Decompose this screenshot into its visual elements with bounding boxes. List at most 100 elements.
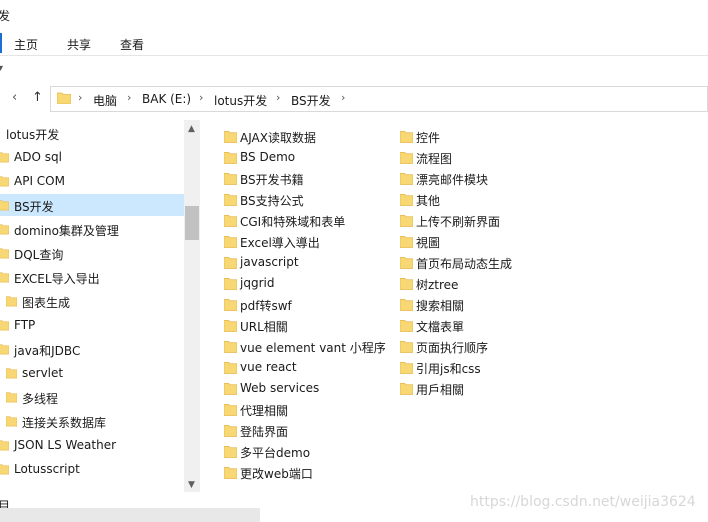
folder-item[interactable]: Web services <box>216 378 386 399</box>
tree-item-label: EXCEL导入导出 <box>14 272 100 286</box>
folder-name: BS Demo <box>240 150 296 164</box>
tab-view[interactable]: 查看 <box>120 36 144 53</box>
folder-name: 引用js和css <box>416 362 481 376</box>
folder-name: Web services <box>240 381 320 395</box>
folder-item[interactable]: CGI和特殊域和表单 <box>216 210 386 231</box>
folder-icon <box>224 319 237 332</box>
folder-item[interactable]: vue react <box>216 357 386 378</box>
tree-item[interactable]: API COM <box>0 170 184 192</box>
folder-item[interactable]: 控件 <box>392 126 562 147</box>
folder-icon <box>400 298 413 311</box>
folder-icon <box>6 367 17 379</box>
folder-name: vue element vant 小程序 <box>240 341 386 355</box>
folder-item[interactable]: 更改web端口 <box>216 462 386 483</box>
tree-root[interactable]: lotus开发 <box>0 122 184 144</box>
folder-item[interactable]: 上传不刷新界面 <box>392 210 562 231</box>
folder-item[interactable]: vue element vant 小程序 <box>216 336 386 357</box>
address-bar[interactable]: › 电脑 › BAK (E:) › lotus开发 › BS开发 › <box>50 86 708 112</box>
folder-icon <box>224 424 237 437</box>
folder-icon <box>400 235 413 248</box>
folder-item[interactable]: 代理相關 <box>216 399 386 420</box>
folder-item[interactable]: 用戶相關 <box>392 378 562 399</box>
folder-item[interactable]: 页面执行顺序 <box>392 336 562 357</box>
folder-item[interactable]: 漂亮邮件模块 <box>392 168 562 189</box>
breadcrumb-separator-icon: › <box>341 91 346 104</box>
breadcrumb-bs[interactable]: BS开发 <box>291 92 331 109</box>
tree-item[interactable]: ADO sql <box>0 146 184 168</box>
tree-item-label: FTP <box>14 318 36 332</box>
folder-icon <box>224 172 237 185</box>
folder-icon <box>6 415 17 427</box>
folder-icon <box>400 277 413 290</box>
tree-item-label: 连接关系数据库 <box>22 416 107 430</box>
folder-name: 視圖 <box>416 236 441 250</box>
folder-item[interactable]: BS支持公式 <box>216 189 386 210</box>
scroll-down-icon[interactable]: ▼ <box>188 480 195 490</box>
tree-item[interactable]: DQL查询 <box>0 242 184 264</box>
breadcrumb-separator-icon: › <box>78 91 83 104</box>
folder-item[interactable]: 首页布局动态生成 <box>392 252 562 273</box>
folder-item[interactable]: 視圖 <box>392 231 562 252</box>
tree-item-label: API COM <box>14 174 65 188</box>
folder-item[interactable]: URL相關 <box>216 315 386 336</box>
folder-item[interactable]: jqgrid <box>216 273 386 294</box>
folder-item[interactable]: AJAX读取数据 <box>216 126 386 147</box>
folder-item[interactable]: 多平台demo <box>216 441 386 462</box>
breadcrumb-computer[interactable]: 电脑 <box>93 92 117 109</box>
tree-item[interactable]: 连接关系数据库 <box>0 410 184 432</box>
tree-item[interactable]: 图表生成 <box>0 290 184 312</box>
tree-item[interactable]: Lotusscript <box>0 458 184 480</box>
folder-icon <box>224 445 237 458</box>
folder-icon <box>0 151 9 163</box>
window-title: 发 <box>0 9 11 23</box>
breadcrumb-lotus[interactable]: lotus开发 <box>214 92 267 109</box>
scroll-thumb[interactable] <box>185 206 199 240</box>
folder-item[interactable]: 文檔表單 <box>392 315 562 336</box>
ribbon-expand-icon[interactable]: ▾ <box>0 63 3 74</box>
scroll-up-icon[interactable]: ▲ <box>188 124 195 134</box>
folder-name: javascript <box>240 255 299 269</box>
folder-icon <box>224 403 237 416</box>
folder-name: 树ztree <box>416 278 459 292</box>
tree-item[interactable]: EXCEL导入导出 <box>0 266 184 288</box>
folder-name: BS开发书籍 <box>240 173 304 187</box>
tree-item[interactable]: BS开发 <box>0 194 184 216</box>
back-chevron-icon[interactable]: ‹ <box>12 90 17 105</box>
folder-item[interactable]: 树ztree <box>392 273 562 294</box>
folder-icon <box>0 463 9 475</box>
tab-home[interactable]: 主页 <box>14 36 38 53</box>
folder-name: 用戶相關 <box>416 383 465 397</box>
folder-item[interactable]: javascript <box>216 252 386 273</box>
tree-scrollbar[interactable]: ▲ ▼ <box>184 120 200 492</box>
file-list: AJAX读取数据 BS Demo BS开发书籍 BS支持公式 CGI和特殊域和表单 Exc… <box>216 126 696 486</box>
tree-item[interactable]: domino集群及管理 <box>0 218 184 240</box>
folder-item[interactable]: BS开发书籍 <box>216 168 386 189</box>
folder-name: 登陆界面 <box>240 425 289 439</box>
folder-item[interactable]: Excel導入導出 <box>216 231 386 252</box>
tree-item[interactable]: 多线程 <box>0 386 184 408</box>
folder-item[interactable]: 流程图 <box>392 147 562 168</box>
tree-item[interactable]: JSON LS Weather <box>0 434 184 456</box>
up-arrow-icon[interactable]: ↑ <box>32 90 43 105</box>
folder-item[interactable]: 搜索相關 <box>392 294 562 315</box>
folder-icon <box>224 130 237 143</box>
tree-item[interactable]: FTP <box>0 314 184 336</box>
folder-icon <box>0 319 9 331</box>
folder-name: 首页布局动态生成 <box>416 257 513 271</box>
folder-name: 流程图 <box>416 152 453 166</box>
breadcrumb-separator-icon: › <box>199 91 204 104</box>
tree-item-label: servlet <box>22 366 64 380</box>
folder-name: CGI和特殊域和表单 <box>240 215 346 229</box>
tree-item[interactable]: servlet <box>0 362 184 384</box>
folder-item[interactable]: BS Demo <box>216 147 386 168</box>
folder-item[interactable]: 登陆界面 <box>216 420 386 441</box>
folder-name: 搜索相關 <box>416 299 465 313</box>
folder-item[interactable]: 其他 <box>392 189 562 210</box>
breadcrumb-drive[interactable]: BAK (E:) <box>142 92 191 106</box>
folder-icon <box>0 343 9 355</box>
folder-item[interactable]: 引用js和css <box>392 357 562 378</box>
folder-item[interactable]: pdf转swf <box>216 294 386 315</box>
tab-share[interactable]: 共享 <box>67 36 91 53</box>
tree-item[interactable]: java和JDBC <box>0 338 184 360</box>
breadcrumb-separator-icon: › <box>276 91 281 104</box>
